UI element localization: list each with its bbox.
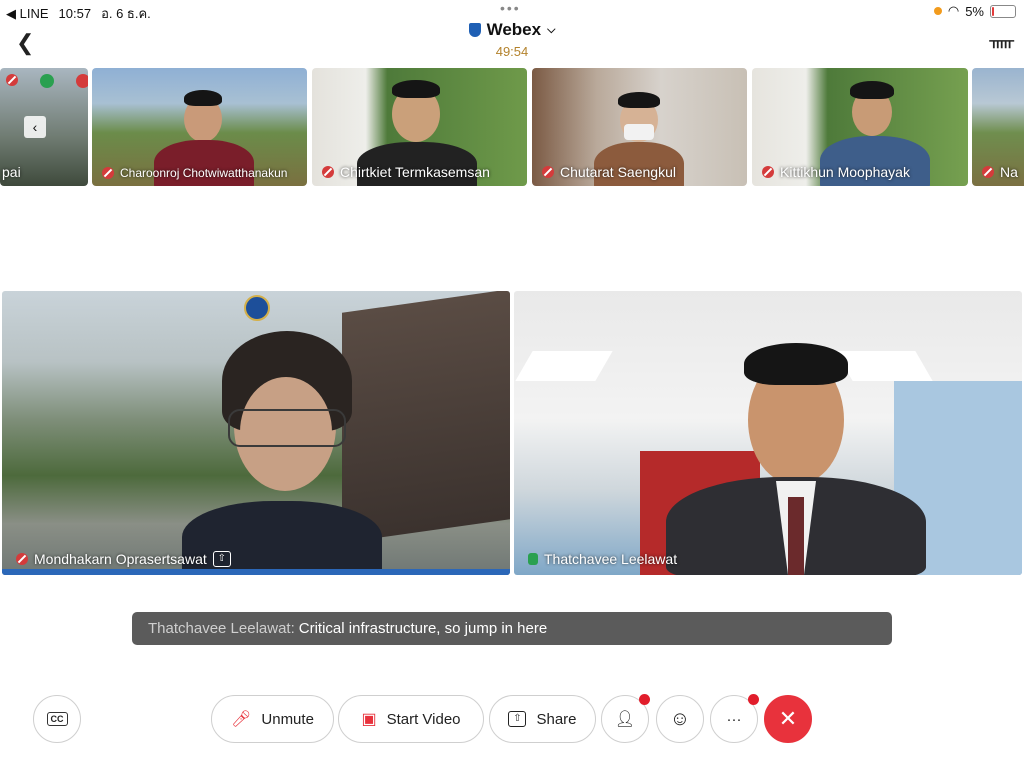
muted-mic-icon [982,166,994,178]
bluetooth-icon[interactable]: ᚅ [989,30,1014,51]
participant-thumbnail[interactable]: Kittikhun Moophayak [752,68,968,186]
participant-thumbnail[interactable]: Na [972,68,1024,186]
participant-thumbnail-strip[interactable]: ‹ pai Charoonroj Chotwiwatthanakun Chirt… [0,68,1024,188]
battery-icon [990,4,1016,18]
muted-mic-icon: 🎤︎ [231,711,252,728]
hair [392,80,440,98]
meeting-timer: 49:54 [495,44,529,59]
unmute-label: Unmute [261,710,314,728]
video-off-icon: ▣ [361,711,377,728]
university-logo-icon [244,295,270,321]
muted-mic-icon [102,167,114,179]
muted-mic-icon [542,166,554,178]
leave-icon [76,74,88,88]
hair [850,81,894,99]
mic-active-icon [528,553,538,565]
unmute-button[interactable]: 🎤︎ Unmute [211,695,334,743]
scroll-left-chevron-icon[interactable]: ‹ [24,116,46,138]
main-tile-name: Mondhakarn Oprasertsawat ⇧ [16,551,231,567]
participant-thumbnail[interactable]: Chirtkiet Termkasemsan [312,68,527,186]
main-video-tile[interactable]: Thatchavee Leelawat [514,291,1022,575]
smiley-icon: ☺ [669,707,691,730]
notification-badge [748,694,759,705]
muted-mic-icon [762,166,774,178]
mask [624,124,654,140]
share-button[interactable]: ⇧ Share [489,695,596,743]
thumbnail-name: Charoonroj Chotwiwatthanakun [102,166,287,180]
participant-thumbnail[interactable]: Charoonroj Chotwiwatthanakun [92,68,307,186]
participants-icon: 👤︎ [614,711,636,728]
chevron-down-icon: ⌵ [547,23,556,36]
end-call-button[interactable]: ✕ [764,695,812,743]
participants-button[interactable]: 👤︎ [601,694,650,743]
hair [744,343,848,385]
shield-icon [468,23,481,37]
reactions-button[interactable]: ☺ [656,695,704,743]
glasses [228,409,346,447]
meeting-header: ❮ Webex ⌵ 49:54 ᚅ [0,18,1024,64]
tie [788,497,804,575]
start-video-label: Start Video [386,710,461,728]
participant-thumbnail[interactable]: Chutarat Saengkul [532,68,747,186]
thumbnail-name: Chirtkiet Termkasemsan [322,164,490,180]
closed-caption-bar: Thatchavee Leelawat: Critical infrastruc… [132,612,892,645]
battery-percent: 5% [965,3,984,19]
muted-mic-icon [16,553,28,565]
thumbnail-name: Na [982,164,1018,180]
mic-in-use-icon [933,7,942,15]
start-video-button[interactable]: ▣ Start Video [338,695,484,743]
muted-mic-icon [322,166,334,178]
caption-speaker: Thatchavee Leelawat: [148,620,295,637]
hair [618,92,660,108]
wifi-icon: ◠ [947,3,960,18]
thumb-indicators [6,74,88,88]
status-right: ◠ 5% [933,3,1016,19]
banner-stripe [2,569,510,575]
screen-share-icon: ⇧ [212,551,231,567]
main-video-tile[interactable]: Mondhakarn Oprasertsawat ⇧ [2,291,510,575]
notification-badge [639,694,650,705]
ellipsis-icon: ··· [726,710,742,728]
thumbnail-name: pai [2,164,21,180]
caption-text: Critical infrastructure, so jump in here [298,620,548,637]
hair [184,90,222,106]
audio-icon [40,74,54,88]
cc-icon: CC [46,712,68,726]
muted-mic-icon [6,74,18,86]
closed-captions-button[interactable]: CC [33,695,81,743]
participant-thumbnail[interactable]: ‹ pai [0,68,88,186]
multitask-dots-icon[interactable]: ••• [500,0,521,16]
thumbnail-name: Kittikhun Moophayak [762,164,910,180]
app-title: Webex [486,20,542,39]
meeting-title-button[interactable]: Webex ⌵ [468,20,556,40]
share-icon: ⇧ [508,711,527,727]
title-area: Webex ⌵ 49:54 [0,20,1024,59]
main-tile-name: Thatchavee Leelawat [528,551,677,567]
more-options-button[interactable]: ··· [710,694,759,743]
thumbnail-name: Chutarat Saengkul [542,164,676,180]
share-label: Share [536,710,577,728]
building [342,291,510,543]
ceiling-light [835,351,933,381]
close-icon: ✕ [778,706,798,731]
